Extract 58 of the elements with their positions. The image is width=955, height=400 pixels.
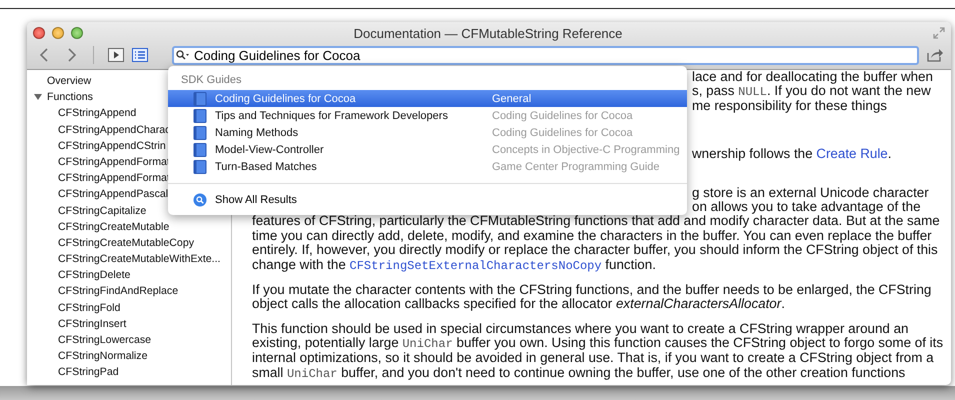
paragraph: If you mutate the character contents with the CFString functions, and the buffer needs to be enlarged, the CFString object calls the allocation callbacks specified for the allocator externalCharactersAllocator. <box>252 282 932 312</box>
text-line: me responsibility for these things <box>692 99 888 113</box>
sidebar-item[interactable]: CFStringDelete <box>27 267 130 284</box>
sidebar-item[interactable]: CFStringAppendCStrin <box>27 138 166 154</box>
search-icon <box>193 192 207 206</box>
play-icon[interactable] <box>108 48 124 62</box>
section-header: SDK Guides <box>181 73 242 88</box>
close-button[interactable] <box>33 27 45 39</box>
text-line: on allows you to take advantage of the <box>692 200 921 214</box>
minimize-button[interactable] <box>52 27 64 39</box>
sidebar-item[interactable]: Overview <box>27 73 92 90</box>
sidebar-item[interactable]: CFStringFindAndReplace <box>27 283 178 300</box>
sidebar-item[interactable]: CFStringCreateMutableCopy <box>27 234 194 252</box>
sidebar-item[interactable]: CFStringCreateMutable <box>27 218 170 235</box>
search-result[interactable]: Naming Methods Coding Guidelines for Cocoa <box>168 124 687 141</box>
forward-icon <box>67 47 77 63</box>
text-line: lace and for deallocating the buffer when <box>692 70 933 84</box>
search-result[interactable]: Model-View-Controller Concepts in Objective-C Programming <box>168 141 687 158</box>
sidebar-group[interactable]: Functions <box>27 89 93 106</box>
sidebar-item[interactable]: CFStringCreateMutableWithExte... <box>27 251 220 268</box>
sidebar-item[interactable]: CFStringLowercase <box>27 332 152 348</box>
link[interactable]: Create Rule <box>816 146 888 161</box>
show-all-results-item[interactable]: Show All Results <box>168 191 297 208</box>
zoom-button[interactable] <box>71 27 83 39</box>
sidebar-item[interactable]: CFStringAppendFormat <box>27 154 170 170</box>
sidebar-item[interactable]: CFStringCapitalize <box>27 202 146 219</box>
sidebar-item[interactable]: CFStringAppend <box>27 105 136 122</box>
forward-button[interactable] <box>67 47 77 63</box>
text-line: s, pass NULL. If you do not want the new <box>692 84 931 99</box>
back-icon <box>39 47 49 63</box>
link[interactable]: CFStringSetExternalCharactersNoCopy <box>350 258 602 272</box>
sidebar-item[interactable]: CFStringAppendCharac <box>27 122 170 138</box>
book-icon <box>193 142 207 156</box>
book-icon <box>193 160 207 174</box>
paragraph: features of CFString, particularly the CFMutableString functions that add and modify character data. But at the same time you can directly add, delete, modify, and examine the characters in the buffer. You can even replace the buffer entirely. If, however, you directly modify or replace the character buffer, you should inform the CFString object of this change with the CFStringSetExternalCharactersNoCopy function. <box>252 214 941 272</box>
sidebar-item[interactable]: CFStringFold <box>27 300 120 316</box>
window-title: Documentation — CFMutableString Reference <box>352 26 624 40</box>
search-result[interactable]: Turn-Based Matches Game Center Programming Guide <box>168 158 687 175</box>
paragraph: This function should be used in special circumstances where you want to create a CFString wrapper around an existing, potentially large UniChar buffer you own. Using this function causes the CFString object to forgo some of its internal optimizations, so it should be avoided in general use. That is, if you want to create a CFString object from a small UniChar buffer, and you don't need to continue owning the buffer, use one of the other creation functions <box>252 322 944 380</box>
sidebar-item[interactable]: CFStringAppendFormat <box>27 170 170 186</box>
book-icon <box>193 92 207 106</box>
sidebar-item[interactable]: CFStringAppendPascal <box>27 186 168 202</box>
fullscreen-icon[interactable] <box>933 27 945 39</box>
search-field[interactable]: Coding Guidelines for Cocoa <box>172 46 919 64</box>
sidebar-item[interactable]: CFStringPad <box>27 364 119 381</box>
search-result[interactable]: Tips and Techniques for Framework Developers Coding Guidelines for Cocoa <box>168 107 687 124</box>
text-line: g store is an external Unicode character <box>692 186 929 200</box>
sidebar-item[interactable]: CFStringNormalize <box>27 348 148 364</box>
book-icon <box>193 126 207 140</box>
sidebar-item[interactable]: CFStringInsert <box>27 316 126 332</box>
search-icon <box>176 50 190 60</box>
share-icon[interactable] <box>927 48 943 62</box>
disclosure-triangle-icon <box>33 92 43 102</box>
search-result[interactable]: Coding Guidelines for Cocoa General <box>168 90 687 107</box>
back-button[interactable] <box>39 47 49 63</box>
text-line: wnership follows the Create Rule. <box>692 147 892 161</box>
book-icon <box>193 108 207 122</box>
list-icon[interactable] <box>132 48 148 62</box>
